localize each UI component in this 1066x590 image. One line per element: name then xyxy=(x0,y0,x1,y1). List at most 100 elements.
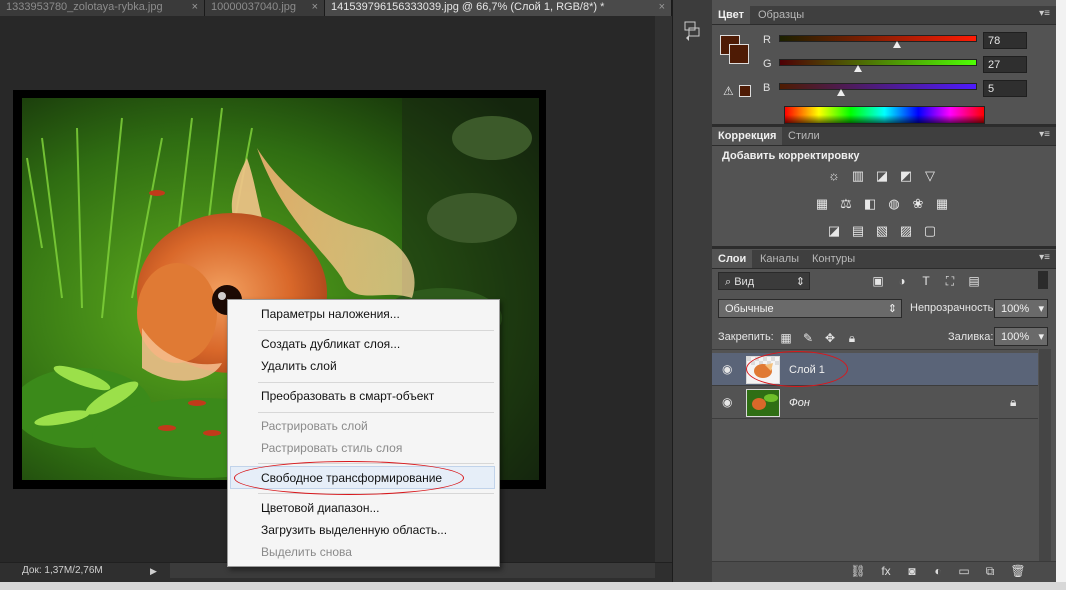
tab-paths[interactable]: Контуры xyxy=(806,250,861,268)
color-balance-icon[interactable]: ⚖ xyxy=(838,197,854,211)
shape-layer-filter-icon[interactable]: ⛶ xyxy=(942,273,958,289)
posterize-icon[interactable]: ▤ xyxy=(850,224,866,238)
lock-label: Закрепить: xyxy=(718,331,774,343)
opacity-value: 100% xyxy=(1001,303,1030,315)
vibrance-icon[interactable]: ▽ xyxy=(922,169,938,183)
color-lookup-icon[interactable]: ▦ xyxy=(934,197,950,211)
menu-item-load-selection[interactable]: Загрузить выделенную область... xyxy=(261,523,447,537)
selective-color-icon[interactable]: ▢ xyxy=(922,224,938,238)
layers-scrollbar[interactable] xyxy=(1039,349,1051,561)
tab-color[interactable]: Цвет xyxy=(712,6,751,24)
panel-dock-strip xyxy=(672,0,713,582)
filter-toggle-switch[interactable] xyxy=(1038,271,1048,289)
eye-icon[interactable]: ◉ xyxy=(722,362,736,376)
close-icon[interactable]: × xyxy=(312,0,318,15)
menu-item-color-range[interactable]: Цветовой диапазон... xyxy=(261,501,379,515)
lock-transparent-icon[interactable]: ▦ xyxy=(778,330,794,346)
tab-swatches[interactable]: Образцы xyxy=(752,6,810,24)
type-layer-filter-icon[interactable]: T xyxy=(918,273,934,289)
search-icon: ⌕ xyxy=(725,276,735,288)
chevron-down-icon: ▾ xyxy=(1038,331,1044,343)
pixel-layer-filter-icon[interactable]: ▣ xyxy=(870,273,886,289)
menu-separator xyxy=(258,330,494,331)
layer-name[interactable]: Фон xyxy=(789,397,810,409)
channel-slider-r[interactable] xyxy=(779,35,977,42)
panel-menu-icon[interactable]: ▾≡ xyxy=(1039,252,1050,263)
exposure-icon[interactable]: ◩ xyxy=(898,169,914,183)
panel-menu-icon[interactable]: ▾≡ xyxy=(1039,129,1050,140)
link-layers-icon[interactable]: ⛓ xyxy=(850,563,866,579)
channel-label-g: G xyxy=(763,58,772,70)
brightness-contrast-icon[interactable]: ☼ xyxy=(826,169,842,183)
smart-object-filter-icon[interactable]: ▤ xyxy=(966,273,982,289)
tab-10000037040[interactable]: 10000037040.jpg × xyxy=(205,0,325,16)
curves-icon[interactable]: ◪ xyxy=(874,169,890,183)
channel-value-g[interactable]: 27 xyxy=(983,56,1027,73)
tab-label: 1415397961563330​39.jpg @ 66,7% (Слой 1,… xyxy=(331,1,605,13)
eye-icon[interactable]: ◉ xyxy=(722,395,736,409)
new-adjustment-layer-icon[interactable]: ◐ xyxy=(930,563,946,579)
close-icon[interactable]: × xyxy=(659,0,665,15)
new-layer-icon[interactable]: ⧉ xyxy=(982,563,998,579)
tab-zolotaya-rybka[interactable]: 1333953780_zolotaya-rybka.jpg × xyxy=(0,0,205,16)
menu-item-reselect[interactable]: Выделить снова xyxy=(261,545,352,559)
layer-filter-select[interactable]: ⌕ Вид ⇕ xyxy=(718,272,810,290)
lock-all-icon[interactable]: 🔒︎ xyxy=(844,330,860,346)
fill-input[interactable]: 100% ▾ xyxy=(994,327,1048,346)
channel-value-b[interactable]: 5 xyxy=(983,80,1027,97)
menu-item-convert-smart-object[interactable]: Преобразовать в смарт-объект xyxy=(261,389,434,403)
opacity-label: Непрозрачность: xyxy=(910,302,997,314)
panel-menu-icon[interactable]: ▾≡ xyxy=(1039,8,1050,19)
tab-styles[interactable]: Стили xyxy=(782,127,826,145)
add-mask-icon[interactable]: ◙ xyxy=(904,563,920,579)
threshold-icon[interactable]: ▧ xyxy=(874,224,890,238)
levels-icon[interactable]: ▥ xyxy=(850,169,866,183)
layers-panel-header: Слои Каналы Контуры ▾≡ xyxy=(712,250,1056,269)
gamut-color-swatch[interactable] xyxy=(739,85,751,97)
channel-mixer-icon[interactable]: ❀ xyxy=(910,197,926,211)
history-panel-icon[interactable] xyxy=(680,20,704,42)
channel-slider-g[interactable] xyxy=(779,59,977,66)
tab-label: 10000037040.jpg xyxy=(211,1,297,13)
hue-saturation-icon[interactable]: ▦ xyxy=(814,197,830,211)
lock-image-icon[interactable]: ✎ xyxy=(800,330,816,346)
menu-item-blending-options[interactable]: Параметры наложения... xyxy=(261,307,400,321)
menu-item-rasterize-layer-style[interactable]: Растрировать стиль слоя xyxy=(261,441,402,455)
highlight-oval xyxy=(746,351,848,387)
menu-item-delete-layer[interactable]: Удалить слой xyxy=(261,359,337,373)
blend-mode-select[interactable]: Обычные ⇕ xyxy=(718,299,902,318)
tab-layers[interactable]: Слои xyxy=(712,250,753,268)
menu-item-rasterize-layer[interactable]: Растрировать слой xyxy=(261,419,368,433)
tab-active-document[interactable]: 1415397961563330​39.jpg @ 66,7% (Слой 1,… xyxy=(325,0,672,16)
slider-thumb[interactable] xyxy=(836,89,845,96)
slider-thumb[interactable] xyxy=(892,41,901,48)
gamut-warning-icon[interactable]: ⚠ xyxy=(723,84,734,98)
photo-filter-icon[interactable]: ◍ xyxy=(886,197,902,211)
status-menu-arrow-icon[interactable]: ▶ xyxy=(150,566,157,577)
slider-thumb[interactable] xyxy=(853,65,862,72)
tab-channels[interactable]: Каналы xyxy=(754,250,805,268)
opacity-input[interactable]: 100% ▾ xyxy=(994,299,1048,318)
lock-position-icon[interactable]: ✥ xyxy=(822,330,838,346)
layer-thumbnail[interactable] xyxy=(746,389,780,417)
tab-adjustments[interactable]: Коррекция xyxy=(712,127,783,145)
close-icon[interactable]: × xyxy=(192,0,198,15)
layer-style-fx-icon[interactable]: fx xyxy=(878,563,894,579)
fill-value: 100% xyxy=(1001,331,1030,343)
panel-separator xyxy=(712,246,1056,249)
menu-item-duplicate-layer[interactable]: Создать дубликат слоя... xyxy=(261,337,400,351)
menu-separator xyxy=(258,382,494,383)
add-adjustment-title: Добавить корректировку xyxy=(722,150,860,162)
new-group-icon[interactable]: ▭ xyxy=(956,563,972,579)
delete-layer-icon[interactable]: 🗑︎ xyxy=(1010,563,1026,579)
channel-value-r[interactable]: 78 xyxy=(983,32,1027,49)
invert-icon[interactable]: ◪ xyxy=(826,224,842,238)
adjustments-panel-header: Коррекция Стили ▾≡ xyxy=(712,127,1056,146)
channel-slider-b[interactable] xyxy=(779,83,977,90)
vertical-scrollbar[interactable] xyxy=(655,16,672,562)
adjustment-layer-filter-icon[interactable]: ◑ xyxy=(894,273,910,289)
color-spectrum-bar[interactable] xyxy=(784,106,985,124)
black-white-icon[interactable]: ◧ xyxy=(862,197,878,211)
foreground-color-swatch[interactable] xyxy=(729,44,749,64)
gradient-map-icon[interactable]: ▨ xyxy=(898,224,914,238)
